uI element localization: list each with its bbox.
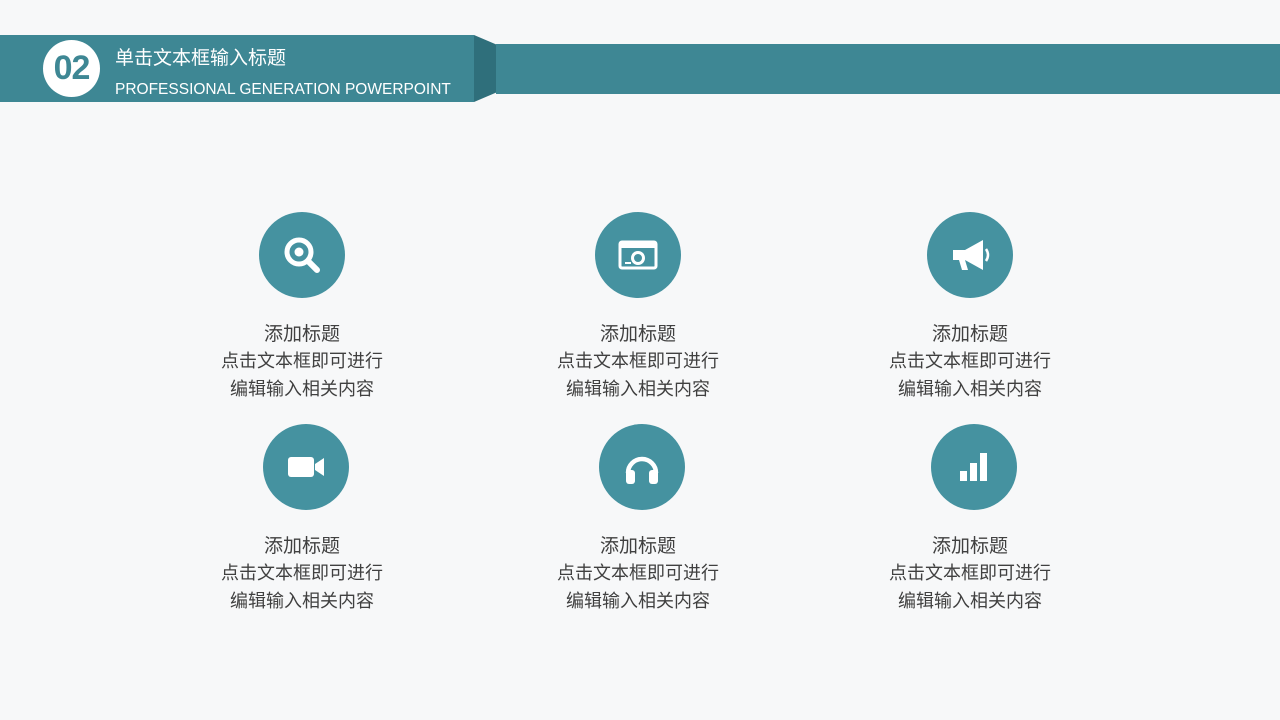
feature-desc-line2: 编辑输入相关内容 xyxy=(898,379,1042,400)
feature-desc-line1: 点击文本框即可进行 xyxy=(557,351,719,372)
feature-desc-line1: 点击文本框即可进行 xyxy=(889,563,1051,584)
feature-title: 添加标题 xyxy=(263,323,340,345)
feature-desc-line2: 编辑输入相关内容 xyxy=(230,591,374,612)
section-number: 02 xyxy=(53,49,91,87)
feature-item-3: 添加标题 点击文本框即可进行 编辑输入相关内容 xyxy=(870,212,1070,412)
megaphone-icon xyxy=(953,240,990,270)
feature-desc-line1: 点击文本框即可进行 xyxy=(221,351,383,372)
header-bar xyxy=(496,44,1280,94)
icon-circle xyxy=(595,212,681,298)
icon-circle xyxy=(931,424,1017,510)
video-camera-icon xyxy=(288,457,324,477)
feature-desc-line1: 点击文本框即可进行 xyxy=(889,351,1051,372)
feature-item-5: 添加标题 点击文本框即可进行 编辑输入相关内容 xyxy=(542,424,742,624)
feature-desc-line2: 编辑输入相关内容 xyxy=(566,379,710,400)
feature-text[interactable]: 添加标题 点击文本框即可进行 编辑输入相关内容 xyxy=(202,320,402,404)
feature-title: 添加标题 xyxy=(931,535,1008,557)
feature-item-1: 添加标题 点击文本框即可进行 编辑输入相关内容 xyxy=(202,212,402,412)
feature-desc-line2: 编辑输入相关内容 xyxy=(230,379,374,400)
feature-item-4: 添加标题 点击文本框即可进行 编辑输入相关内容 xyxy=(206,424,406,624)
header-fold xyxy=(474,35,496,102)
feature-desc-line1: 点击文本框即可进行 xyxy=(221,563,383,584)
headphones-icon xyxy=(625,456,659,484)
icon-circle xyxy=(259,212,345,298)
browser-window-icon xyxy=(618,240,658,270)
feature-title: 添加标题 xyxy=(931,323,1008,345)
bar-chart-icon xyxy=(960,453,987,481)
feature-item-2: 添加标题 点击文本框即可进行 编辑输入相关内容 xyxy=(538,212,738,412)
icon-circle xyxy=(927,212,1013,298)
feature-title: 添加标题 xyxy=(599,535,676,557)
slide-title[interactable]: 单击文本框输入标题 xyxy=(115,46,286,70)
feature-text[interactable]: 添加标题 点击文本框即可进行 编辑输入相关内容 xyxy=(870,532,1070,616)
feature-item-6: 添加标题 点击文本框即可进行 编辑输入相关内容 xyxy=(874,424,1074,624)
feature-text[interactable]: 添加标题 点击文本框即可进行 编辑输入相关内容 xyxy=(870,320,1070,404)
feature-title: 添加标题 xyxy=(599,323,676,345)
feature-desc-line2: 编辑输入相关内容 xyxy=(898,591,1042,612)
search-icon xyxy=(284,237,320,273)
feature-desc-line1: 点击文本框即可进行 xyxy=(557,563,719,584)
feature-desc-line2: 编辑输入相关内容 xyxy=(566,591,710,612)
icon-circle xyxy=(599,424,685,510)
feature-text[interactable]: 添加标题 点击文本框即可进行 编辑输入相关内容 xyxy=(202,532,402,616)
feature-text[interactable]: 添加标题 点击文本框即可进行 编辑输入相关内容 xyxy=(538,320,738,404)
slide-subtitle[interactable]: PROFESSIONAL GENERATION POWERPOINT xyxy=(115,80,451,100)
icon-circle xyxy=(263,424,349,510)
feature-title: 添加标题 xyxy=(263,535,340,557)
section-number-badge: 02 xyxy=(43,40,100,97)
feature-text[interactable]: 添加标题 点击文本框即可进行 编辑输入相关内容 xyxy=(538,532,738,616)
